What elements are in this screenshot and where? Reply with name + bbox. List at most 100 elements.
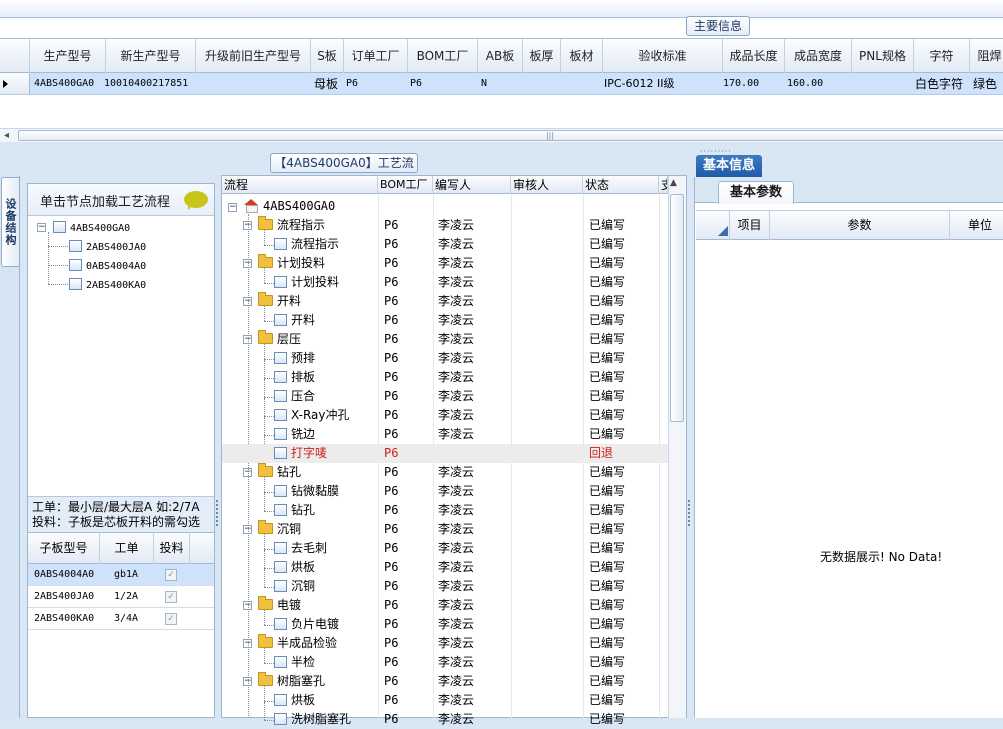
status-cell: 已编写 xyxy=(589,674,626,688)
tree-node-child[interactable]: 2ABS400KA0 xyxy=(69,278,146,291)
splitter-grip-icon[interactable] xyxy=(216,500,220,526)
tree-node-child[interactable]: 0ABS4004A0 xyxy=(69,259,146,272)
process-step-row[interactable]: 洗树脂塞孔 P6 李凌云 已编写 xyxy=(222,710,668,729)
process-node: 沉铜 xyxy=(274,577,315,596)
col-header[interactable]: 板材 xyxy=(561,39,603,73)
collapse-icon[interactable]: − xyxy=(228,203,237,212)
col-header[interactable]: 阻焊 xyxy=(970,39,1003,73)
col-header[interactable]: 审核人 xyxy=(511,176,583,194)
col-header[interactable]: 投料 xyxy=(154,532,190,564)
process-node: 计划投料 xyxy=(274,273,339,292)
process-group-row[interactable]: 沉铜 P6 李凌云 已编写 xyxy=(222,520,668,539)
process-step-row[interactable]: 排板 P6 李凌云 已编写 xyxy=(222,368,668,387)
col-header[interactable]: 验收标准 xyxy=(603,39,723,73)
col-header[interactable]: PNL规格 xyxy=(852,39,914,73)
col-header[interactable]: 状态 xyxy=(583,176,659,194)
col-header[interactable]: 单位 xyxy=(950,210,1003,240)
process-step-row[interactable]: 沉铜 P6 李凌云 已编写 xyxy=(222,577,668,596)
process-node: 电镀 xyxy=(258,596,301,615)
process-group-row[interactable]: 树脂塞孔 P6 李凌云 已编写 xyxy=(222,672,668,691)
col-header[interactable]: 新生产型号 xyxy=(106,39,196,73)
process-node-label: 打字唛 xyxy=(291,446,328,460)
table-row[interactable]: 2ABS400JA0 1/2A ✓ xyxy=(28,586,214,608)
process-step-row[interactable]: 预排 P6 李凌云 已编写 xyxy=(222,349,668,368)
process-step-row[interactable]: 开料 P6 李凌云 已编写 xyxy=(222,311,668,330)
process-group-row[interactable]: 电镀 P6 李凌云 已编写 xyxy=(222,596,668,615)
col-header[interactable]: 项目 xyxy=(730,210,770,240)
tab-basic-params[interactable]: 基本参数 xyxy=(718,181,794,204)
col-header[interactable]: 升级前旧生产型号 xyxy=(196,39,311,73)
process-node: 洗树脂塞孔 xyxy=(274,710,351,729)
col-header[interactable]: 板厚 xyxy=(523,39,561,73)
process-step-row[interactable]: 流程指示 P6 李凌云 已编写 xyxy=(222,235,668,254)
process-step-row[interactable]: 铣边 P6 李凌云 已编写 xyxy=(222,425,668,444)
col-header[interactable]: 支 xyxy=(659,176,668,194)
scrollbar-thumb[interactable] xyxy=(18,130,1003,141)
col-header[interactable]: 参数 xyxy=(770,210,950,240)
bom-factory-cell: P6 xyxy=(384,218,399,232)
col-header[interactable]: AB板 xyxy=(478,39,523,73)
collapse-icon[interactable]: − xyxy=(37,223,46,232)
scrollbar-thumb[interactable] xyxy=(670,194,684,422)
process-step-row[interactable]: 钻孔 P6 李凌云 已编写 xyxy=(222,501,668,520)
process-step-row[interactable]: 计划投料 P6 李凌云 已编写 xyxy=(222,273,668,292)
author-cell: 李凌云 xyxy=(438,408,475,422)
process-step-row[interactable]: 打字唛 P6 回退 xyxy=(222,444,668,463)
process-root[interactable]: 4ABS400GA0 xyxy=(244,197,335,216)
col-header[interactable]: 子板型号 xyxy=(28,532,100,564)
tab-equipment-structure[interactable]: 设备结构 xyxy=(1,177,20,267)
process-node: 沉铜 xyxy=(258,520,301,539)
bom-factory-cell: P6 xyxy=(384,332,399,346)
process-node-label: 计划投料 xyxy=(277,256,326,270)
col-header[interactable]: BOM工厂 xyxy=(378,176,433,194)
process-step-row[interactable]: 去毛刺 P6 李凌云 已编写 xyxy=(222,539,668,558)
process-group-row[interactable]: 流程指示 P6 李凌云 已编写 xyxy=(222,216,668,235)
splitter-grip-icon[interactable] xyxy=(688,500,692,526)
process-step-row[interactable]: X-Ray冲孔 P6 李凌云 已编写 xyxy=(222,406,668,425)
horizontal-splitter[interactable] xyxy=(0,143,1003,153)
col-header[interactable]: 成品长度 xyxy=(723,39,785,73)
process-group-row[interactable]: 层压 P6 李凌云 已编写 xyxy=(222,330,668,349)
process-group-row[interactable]: 半成品检验 P6 李凌云 已编写 xyxy=(222,634,668,653)
author-cell: 李凌云 xyxy=(438,313,475,327)
table-row[interactable]: 4ABS400GA0 10010400217851 母板 P6 P6 N IPC… xyxy=(0,73,1003,95)
process-step-row[interactable]: 半检 P6 李凌云 已编写 xyxy=(222,653,668,672)
col-header[interactable]: 成品宽度 xyxy=(785,39,852,73)
bom-factory-cell: P6 xyxy=(384,484,399,498)
table-row[interactable]: 0ABS4004A0 gb1A ✓ xyxy=(28,564,214,586)
process-node: 开料 xyxy=(274,311,315,330)
feed-checkbox[interactable]: ✓ xyxy=(165,569,177,581)
speech-bubble-icon xyxy=(184,191,208,210)
col-header[interactable]: S板 xyxy=(311,39,344,73)
col-header[interactable]: 工单 xyxy=(100,532,154,564)
col-header[interactable]: 编写人 xyxy=(433,176,511,194)
tab-basic-info[interactable]: 基本信息 xyxy=(696,155,762,177)
subboard-model: 0ABS4004A0 xyxy=(34,569,95,580)
feed-checkbox[interactable]: ✓ xyxy=(165,591,177,603)
tree-node-child[interactable]: 2ABS400JA0 xyxy=(69,240,146,253)
scroll-left-icon[interactable]: ◂ xyxy=(4,130,9,141)
process-group-row[interactable]: 钻孔 P6 李凌云 已编写 xyxy=(222,463,668,482)
col-header[interactable]: 生产型号 xyxy=(30,39,106,73)
status-cell: 已编写 xyxy=(589,370,626,384)
tree-line xyxy=(48,246,68,247)
col-header[interactable]: 字符 xyxy=(914,39,970,73)
process-node-label: 电镀 xyxy=(277,598,302,612)
col-header[interactable]: 订单工厂 xyxy=(344,39,408,73)
status-cell: 已编写 xyxy=(589,256,626,270)
process-step-row[interactable]: 烘板 P6 李凌云 已编写 xyxy=(222,691,668,710)
table-row[interactable]: 2ABS400KA0 3/4A ✓ xyxy=(28,608,214,630)
scroll-up-icon[interactable]: ▲ xyxy=(670,178,677,188)
process-group-row[interactable]: 计划投料 P6 李凌云 已编写 xyxy=(222,254,668,273)
process-step-row[interactable]: 烘板 P6 李凌云 已编写 xyxy=(222,558,668,577)
col-header[interactable]: 流程 xyxy=(222,176,378,194)
tree-node-root[interactable]: 4ABS400GA0 xyxy=(53,221,130,234)
feed-checkbox[interactable]: ✓ xyxy=(165,613,177,625)
process-group-row[interactable]: 开料 P6 李凌云 已编写 xyxy=(222,292,668,311)
subboard-model: 2ABS400KA0 xyxy=(34,613,95,624)
process-step-row[interactable]: 压合 P6 李凌云 已编写 xyxy=(222,387,668,406)
col-header[interactable]: BOM工厂 xyxy=(408,39,478,73)
process-step-row[interactable]: 负片电镀 P6 李凌云 已编写 xyxy=(222,615,668,634)
document-icon xyxy=(274,713,287,725)
process-step-row[interactable]: 钻微黏膜 P6 李凌云 已编写 xyxy=(222,482,668,501)
